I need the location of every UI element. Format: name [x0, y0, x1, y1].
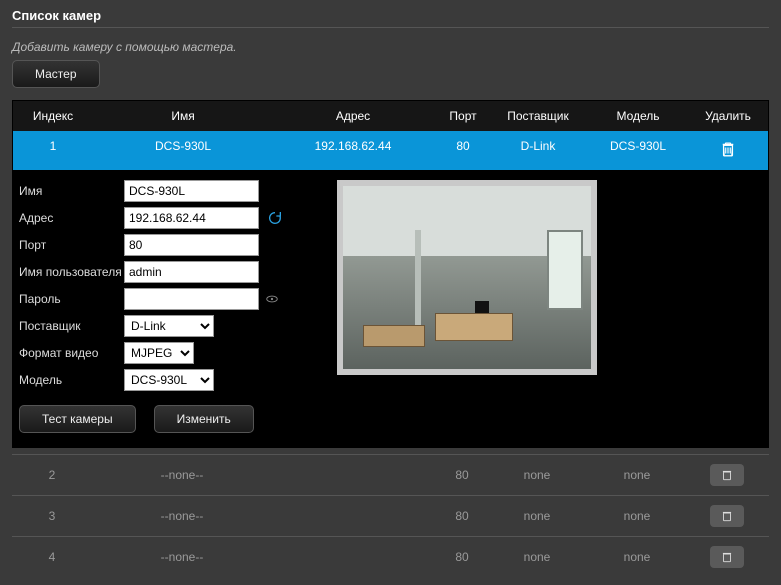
extra-rows: 2 --none-- 80 none none 3 --none-- 80 no… [12, 454, 769, 577]
label-vendor: Поставщик [19, 319, 124, 333]
cell-address [272, 548, 432, 566]
wizard-button[interactable]: Мастер [12, 60, 100, 88]
cell-vendor: none [492, 541, 582, 573]
table-row[interactable]: 2 --none-- 80 none none [12, 454, 769, 495]
input-address[interactable] [124, 207, 259, 229]
cell-vendor: none [492, 500, 582, 532]
delete-icon[interactable] [710, 464, 744, 486]
cell-model: none [582, 541, 692, 573]
table-row[interactable]: 4 --none-- 80 none none [12, 536, 769, 577]
detail-panel: Имя Адрес Порт Имя пользователя [13, 170, 768, 447]
col-header-address: Адрес [273, 101, 433, 131]
cell-name: DCS-930L [93, 131, 273, 170]
col-header-index: Индекс [13, 101, 93, 131]
label-password: Пароль [19, 292, 124, 306]
cell-model: none [582, 459, 692, 491]
delete-icon[interactable] [710, 505, 744, 527]
cell-name: --none-- [92, 541, 272, 573]
cell-vendor: none [492, 459, 582, 491]
cell-index: 3 [12, 500, 92, 532]
eye-icon[interactable] [265, 292, 279, 306]
delete-icon[interactable] [719, 139, 737, 159]
camera-preview [337, 180, 597, 375]
label-name: Имя [19, 184, 124, 198]
cell-model: none [582, 500, 692, 532]
label-username: Имя пользователя [19, 265, 124, 279]
input-port[interactable] [124, 234, 259, 256]
cell-port: 80 [432, 500, 492, 532]
cell-port: 80 [433, 131, 493, 170]
apply-button[interactable]: Изменить [154, 405, 254, 433]
label-address: Адрес [19, 211, 124, 225]
label-video-format: Формат видео [19, 346, 124, 360]
cell-index: 2 [12, 459, 92, 491]
table-header: Индекс Имя Адрес Порт Поставщик Модель У… [13, 101, 768, 131]
select-model[interactable]: DCS-930L [124, 369, 214, 391]
select-video-format[interactable]: MJPEG [124, 342, 194, 364]
label-model: Модель [19, 373, 124, 387]
col-header-delete: Удалить [693, 101, 763, 131]
input-password[interactable] [124, 288, 259, 310]
select-vendor[interactable]: D-Link [124, 315, 214, 337]
cell-model: DCS-930L [583, 131, 693, 170]
page-title: Список камер [12, 8, 769, 28]
input-name[interactable] [124, 180, 259, 202]
label-port: Порт [19, 238, 124, 252]
refresh-icon[interactable] [267, 210, 283, 226]
camera-panel: Индекс Имя Адрес Порт Поставщик Модель У… [12, 100, 769, 448]
subtitle: Добавить камеру с помощью мастера. [12, 40, 769, 54]
table-row[interactable]: 3 --none-- 80 none none [12, 495, 769, 536]
cell-index: 4 [12, 541, 92, 573]
cell-address [272, 507, 432, 525]
col-header-port: Порт [433, 101, 493, 131]
cell-vendor: D-Link [493, 131, 583, 170]
col-header-model: Модель [583, 101, 693, 131]
delete-icon[interactable] [710, 546, 744, 568]
cell-index: 1 [13, 131, 93, 170]
cell-address: 192.168.62.44 [273, 131, 433, 170]
cell-port: 80 [432, 541, 492, 573]
test-camera-button[interactable]: Тест камеры [19, 405, 136, 433]
cell-address [272, 466, 432, 484]
table-row-selected[interactable]: 1 DCS-930L 192.168.62.44 80 D-Link DCS-9… [13, 131, 768, 170]
cell-name: --none-- [92, 459, 272, 491]
cell-name: --none-- [92, 500, 272, 532]
col-header-vendor: Поставщик [493, 101, 583, 131]
col-header-name: Имя [93, 101, 273, 131]
cell-port: 80 [432, 459, 492, 491]
input-username[interactable] [124, 261, 259, 283]
